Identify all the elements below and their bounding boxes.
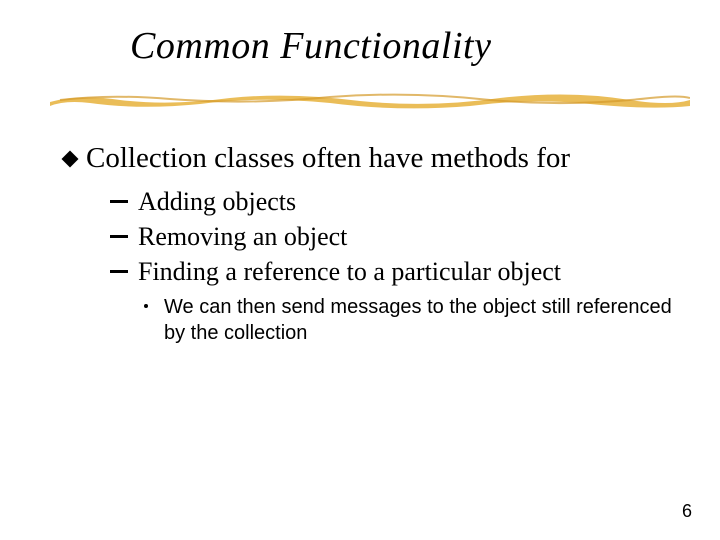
diamond-icon (62, 151, 79, 168)
bullet-main: Collection classes often have methods fo… (64, 140, 680, 176)
dot-icon (144, 304, 148, 308)
sub-bullet-text: Adding objects (138, 184, 296, 219)
dash-icon (110, 235, 128, 238)
sub-bullet-text: Removing an object (138, 219, 347, 254)
sub-bullet-group: Adding objects Removing an object Findin… (110, 184, 680, 345)
sub-bullet: Removing an object (110, 219, 680, 254)
title-underline (50, 88, 690, 110)
sub-bullet: Adding objects (110, 184, 680, 219)
sub-sub-bullet-text: We can then send messages to the object … (164, 294, 680, 346)
dash-icon (110, 200, 128, 203)
dash-icon (110, 270, 128, 273)
sub-sub-bullet-group: We can then send messages to the object … (144, 294, 680, 346)
sub-bullet: Finding a reference to a particular obje… (110, 254, 680, 289)
sub-sub-bullet: We can then send messages to the object … (144, 294, 680, 346)
slide: Common Functionality Collection classes … (0, 0, 720, 540)
slide-content: Collection classes often have methods fo… (64, 140, 680, 346)
page-number: 6 (682, 501, 692, 522)
bullet-main-text: Collection classes often have methods fo… (86, 142, 570, 174)
slide-title: Common Functionality (130, 24, 491, 68)
sub-bullet-text: Finding a reference to a particular obje… (138, 254, 561, 289)
